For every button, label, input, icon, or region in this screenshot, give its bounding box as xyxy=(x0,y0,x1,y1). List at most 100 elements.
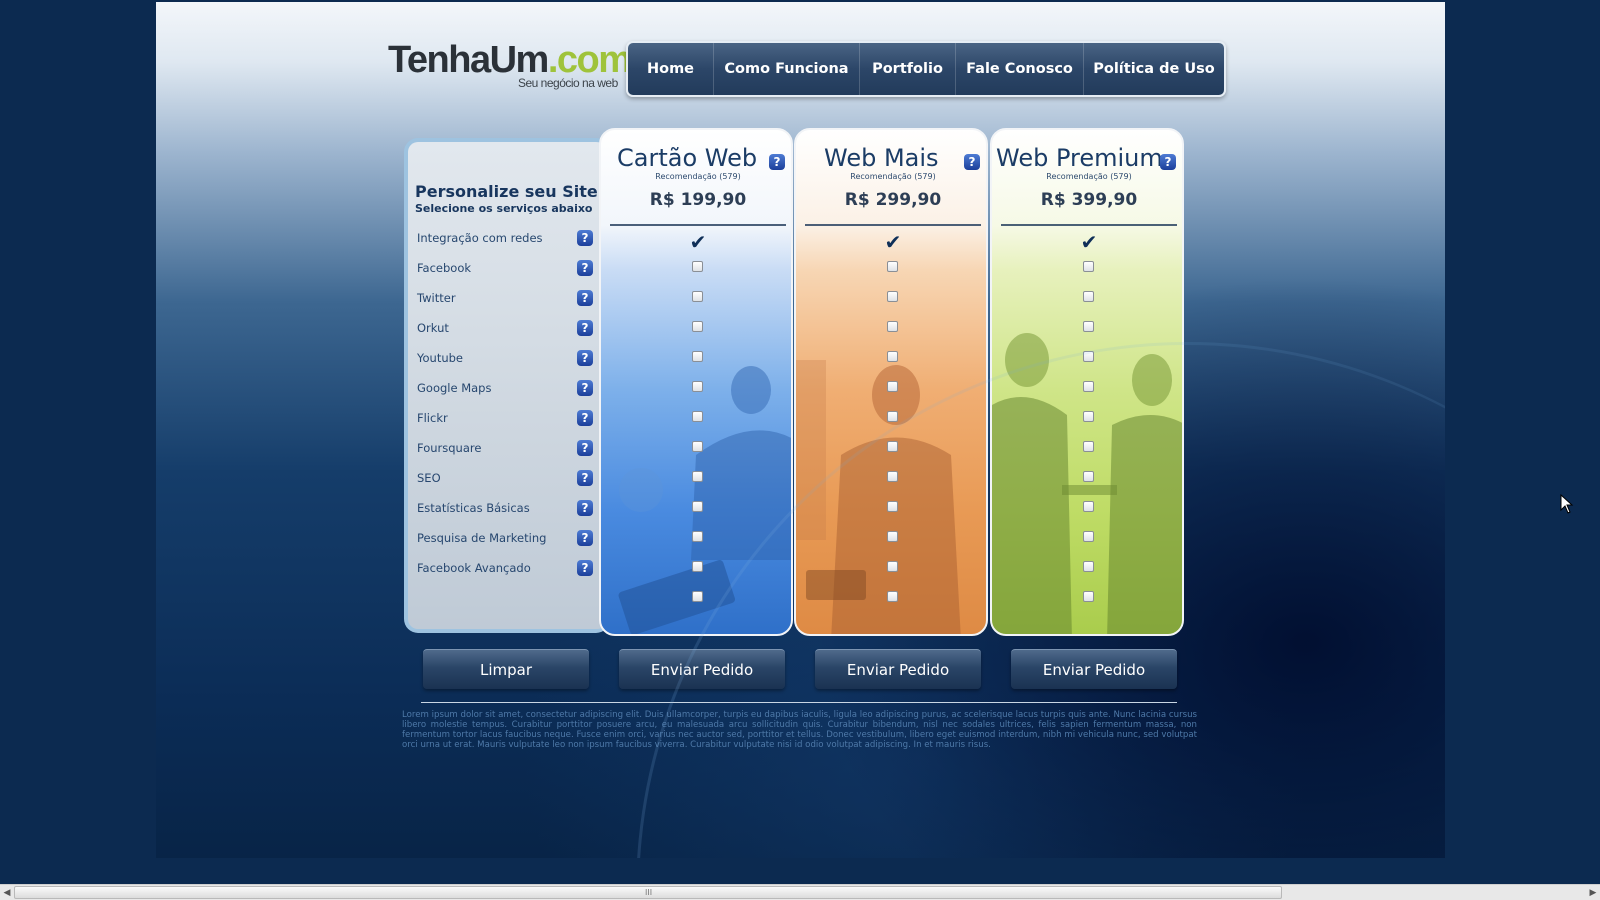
main-nav: Home Como Funciona Portfolio Fale Conosc… xyxy=(626,41,1226,97)
checkbox-facebook[interactable] xyxy=(692,261,703,272)
checkbox-foursquare[interactable] xyxy=(692,441,703,452)
check-icon: ✔ xyxy=(689,230,707,254)
checkbox-flickr[interactable] xyxy=(1083,411,1094,422)
help-icon[interactable]: ? xyxy=(577,350,593,366)
help-icon[interactable]: ? xyxy=(577,530,593,546)
send-order-button-web-mais[interactable]: Enviar Pedido xyxy=(815,649,981,689)
help-icon[interactable]: ? xyxy=(577,500,593,516)
plan-recommendation[interactable]: Recomendação (579) xyxy=(796,172,986,181)
feature-row: Foursquare? xyxy=(417,438,593,458)
checkbox-orkut[interactable] xyxy=(1083,321,1094,332)
checkbox-twitter[interactable] xyxy=(692,291,703,302)
help-icon[interactable]: ? xyxy=(577,440,593,456)
help-icon[interactable]: ? xyxy=(577,290,593,306)
checkbox-twitter[interactable] xyxy=(887,291,898,302)
nav-como-funciona[interactable]: Como Funciona xyxy=(714,43,860,95)
checkbox-flickr[interactable] xyxy=(887,411,898,422)
checkbox-twitter[interactable] xyxy=(1083,291,1094,302)
checkbox-pesquisa-de-marketing[interactable] xyxy=(692,531,703,542)
feature-label: Twitter xyxy=(417,291,456,305)
send-order-button-web-premium[interactable]: Enviar Pedido xyxy=(1011,649,1177,689)
feature-row: Facebook? xyxy=(417,258,593,278)
help-icon[interactable]: ? xyxy=(769,154,785,170)
help-icon[interactable]: ? xyxy=(1160,154,1176,170)
feature-label: Youtube xyxy=(417,351,463,365)
plan-divider xyxy=(610,224,786,226)
plan-column-web-premium: Web Premium ? Recomendação (579) R$ 399,… xyxy=(990,128,1184,636)
checkbox-youtube[interactable] xyxy=(887,351,898,362)
help-icon[interactable]: ? xyxy=(577,320,593,336)
checkbox-youtube[interactable] xyxy=(1083,351,1094,362)
feature-label: Estatísticas Básicas xyxy=(417,501,530,515)
scroll-left-icon[interactable]: ◀ xyxy=(0,887,14,899)
feature-row: Estatísticas Básicas? xyxy=(417,498,593,518)
plan-recommendation[interactable]: Recomendação (579) xyxy=(601,172,791,181)
feature-label: Facebook xyxy=(417,261,472,275)
checkbox-extra[interactable] xyxy=(692,591,703,602)
scroll-right-icon[interactable]: ▶ xyxy=(1586,887,1600,899)
checkbox-flickr[interactable] xyxy=(692,411,703,422)
plan-recommendation[interactable]: Recomendação (579) xyxy=(992,172,1182,181)
checkbox-facebook[interactable] xyxy=(1083,261,1094,272)
footer-text: Lorem ipsum dolor sit amet, consectetur … xyxy=(402,710,1197,750)
checkbox-facebook-avancado[interactable] xyxy=(1083,561,1094,572)
plan-divider xyxy=(1001,224,1177,226)
check-icon: ✔ xyxy=(1080,230,1098,254)
checkbox-estatisticas-basicas[interactable] xyxy=(1083,501,1094,512)
checkbox-seo[interactable] xyxy=(887,471,898,482)
checkbox-pesquisa-de-marketing[interactable] xyxy=(887,531,898,542)
checkbox-estatisticas-basicas[interactable] xyxy=(692,501,703,512)
checkbox-seo[interactable] xyxy=(1083,471,1094,482)
checkbox-extra[interactable] xyxy=(887,591,898,602)
nav-portfolio[interactable]: Portfolio xyxy=(860,43,956,95)
checkbox-google-maps[interactable] xyxy=(692,381,703,392)
checkbox-pesquisa-de-marketing[interactable] xyxy=(1083,531,1094,542)
feature-label: Pesquisa de Marketing xyxy=(417,531,547,545)
checkbox-google-maps[interactable] xyxy=(1083,381,1094,392)
nav-home[interactable]: Home xyxy=(628,43,714,95)
checkbox-facebook-avancado[interactable] xyxy=(692,561,703,572)
help-icon[interactable]: ? xyxy=(577,560,593,576)
feature-label: SEO xyxy=(417,471,441,485)
feature-label: Integração com redes xyxy=(417,231,543,245)
checkbox-orkut[interactable] xyxy=(887,321,898,332)
clear-button[interactable]: Limpar xyxy=(423,649,589,689)
nav-fale-conosco[interactable]: Fale Conosco xyxy=(956,43,1084,95)
checkbox-facebook-avancado[interactable] xyxy=(887,561,898,572)
checkbox-foursquare[interactable] xyxy=(1083,441,1094,452)
feature-row: Integração com redes? xyxy=(417,228,593,248)
plan-divider xyxy=(805,224,981,226)
checkbox-orkut[interactable] xyxy=(692,321,703,332)
feature-row: Orkut? xyxy=(417,318,593,338)
checkbox-extra[interactable] xyxy=(1083,591,1094,602)
help-icon[interactable]: ? xyxy=(964,154,980,170)
site-logo[interactable]: TenhaUm.com Seu negócio na web xyxy=(388,38,632,94)
checkbox-youtube[interactable] xyxy=(692,351,703,362)
help-icon[interactable]: ? xyxy=(577,230,593,246)
feature-row: Facebook Avançado? xyxy=(417,558,593,578)
checkbox-foursquare[interactable] xyxy=(887,441,898,452)
logo-tagline: Seu negócio na web xyxy=(518,76,618,90)
nav-politica-de-uso[interactable]: Política de Uso xyxy=(1084,43,1224,95)
scrollbar-grip: III xyxy=(645,888,653,897)
horizontal-scrollbar[interactable]: ◀ III ▶ xyxy=(0,884,1600,900)
checkbox-estatisticas-basicas[interactable] xyxy=(887,501,898,512)
scrollbar-thumb[interactable]: III xyxy=(14,886,1282,899)
logo-name: TenhaUm xyxy=(388,39,549,81)
footer-divider xyxy=(421,702,1177,703)
checkbox-seo[interactable] xyxy=(692,471,703,482)
help-icon[interactable]: ? xyxy=(577,410,593,426)
help-icon[interactable]: ? xyxy=(577,470,593,486)
page-container: TenhaUm.com Seu negócio na web Home Como… xyxy=(156,2,1445,858)
checkbox-facebook[interactable] xyxy=(887,261,898,272)
features-panel: Personalize seu Site Selecione os serviç… xyxy=(404,138,610,633)
send-order-button-cartao-web[interactable]: Enviar Pedido xyxy=(619,649,785,689)
feature-label: Orkut xyxy=(417,321,449,335)
plan-price: R$ 199,90 xyxy=(649,190,747,210)
checkbox-google-maps[interactable] xyxy=(887,381,898,392)
help-icon[interactable]: ? xyxy=(577,260,593,276)
plan-price: R$ 299,90 xyxy=(844,190,942,210)
help-icon[interactable]: ? xyxy=(577,380,593,396)
plan-name: Web Mais xyxy=(824,144,939,172)
plan-column-cartao-web: Cartão Web ? Recomendação (579) R$ 199,9… xyxy=(599,128,793,636)
